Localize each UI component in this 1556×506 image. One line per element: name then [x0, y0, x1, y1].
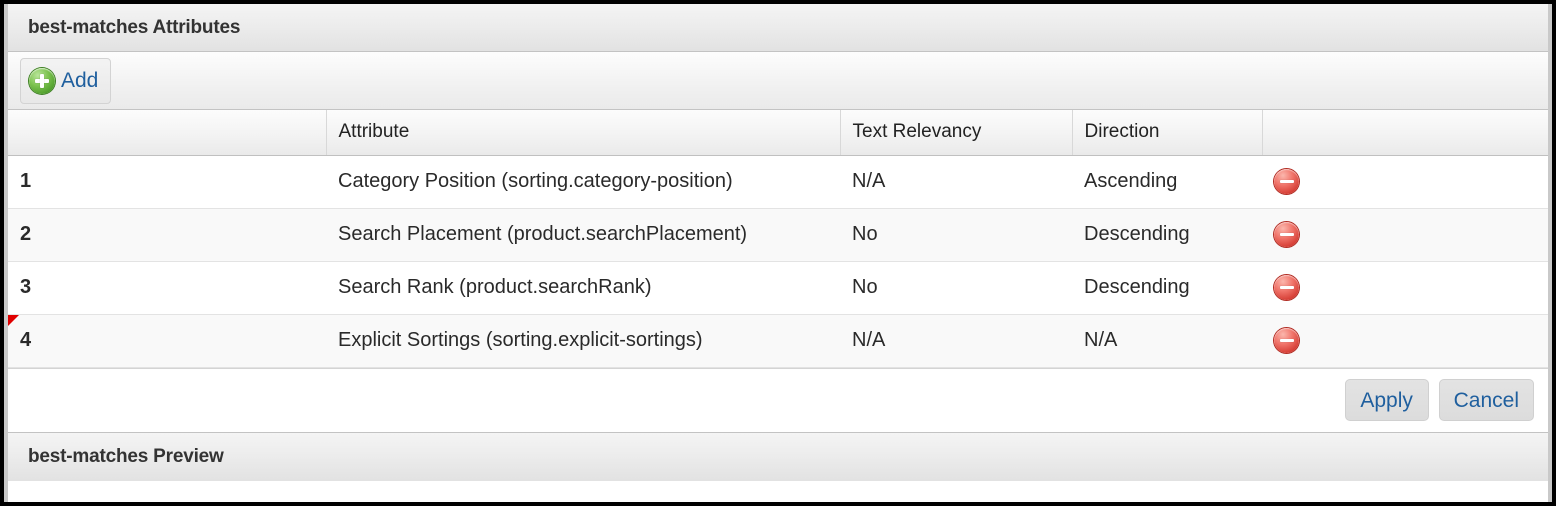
cell-direction[interactable]: N/A: [1072, 314, 1262, 368]
grid-header-row: Attribute Text Relevancy Direction: [8, 110, 1548, 156]
delete-circle-icon[interactable]: [1274, 169, 1299, 194]
cell-attribute[interactable]: Search Placement (product.searchPlacemen…: [326, 208, 840, 262]
window-content: best-matches Attributes Add Attribute Te…: [4, 4, 1552, 502]
cell-action: [1262, 314, 1548, 368]
cell-text-relevancy[interactable]: No: [840, 208, 1072, 262]
cell-attribute[interactable]: Search Rank (product.searchRank): [326, 261, 840, 315]
delete-circle-icon[interactable]: [1274, 275, 1299, 300]
cell-text-relevancy[interactable]: N/A: [840, 155, 1072, 209]
attributes-grid: Attribute Text Relevancy Direction 1 Cat…: [8, 110, 1548, 368]
cell-text-relevancy[interactable]: No: [840, 261, 1072, 315]
cell-direction[interactable]: Ascending: [1072, 155, 1262, 209]
delete-circle-icon[interactable]: [1274, 328, 1299, 353]
add-button[interactable]: Add: [20, 57, 112, 104]
column-header-attribute[interactable]: Attribute: [326, 110, 841, 156]
apply-button[interactable]: Apply: [1344, 379, 1429, 421]
cancel-button[interactable]: Cancel: [1438, 379, 1534, 421]
add-button-label: Add: [61, 69, 99, 92]
column-header-index[interactable]: [8, 110, 327, 156]
grid-toolbar: Add: [8, 52, 1548, 110]
table-row[interactable]: 2 Search Placement (product.searchPlacem…: [8, 208, 1548, 262]
panel-title-preview: best-matches Preview: [8, 432, 1548, 481]
cell-text-relevancy[interactable]: N/A: [840, 314, 1072, 368]
cell-index: 4: [8, 314, 326, 368]
delete-circle-icon[interactable]: [1274, 222, 1299, 247]
cell-action: [1262, 208, 1548, 262]
attributes-window: best-matches Attributes Add Attribute Te…: [0, 0, 1556, 506]
column-header-direction[interactable]: Direction: [1072, 110, 1263, 156]
row-index-label: 1: [20, 170, 32, 192]
cell-index: 1: [8, 155, 326, 209]
form-button-bar: Apply Cancel: [8, 367, 1548, 433]
cell-attribute[interactable]: Explicit Sortings (sorting.explicit-sort…: [326, 314, 840, 368]
cell-direction[interactable]: Descending: [1072, 208, 1262, 262]
row-index-label: 2: [20, 223, 32, 245]
dirty-cell-marker-icon: [8, 314, 19, 326]
preview-title-label: best-matches Preview: [28, 445, 224, 467]
cell-action: [1262, 155, 1548, 209]
cell-action: [1262, 261, 1548, 315]
row-index-label: 4: [20, 329, 32, 351]
table-row[interactable]: 1 Category Position (sorting.category-po…: [8, 155, 1548, 209]
add-circle-icon: [29, 67, 55, 94]
column-header-action[interactable]: [1262, 110, 1548, 156]
table-row[interactable]: 4 Explicit Sortings (sorting.explicit-so…: [8, 314, 1548, 368]
panel-title-attributes: best-matches Attributes: [8, 4, 1548, 52]
cell-index: 3: [8, 261, 326, 315]
cell-index: 2: [8, 208, 326, 262]
cell-direction[interactable]: Descending: [1072, 261, 1262, 315]
row-index-label: 3: [20, 276, 32, 298]
column-header-text-relevancy[interactable]: Text Relevancy: [840, 110, 1073, 156]
table-row[interactable]: 3 Search Rank (product.searchRank) No De…: [8, 261, 1548, 315]
cell-attribute[interactable]: Category Position (sorting.category-posi…: [326, 155, 840, 209]
page-title: best-matches Attributes: [28, 16, 241, 38]
